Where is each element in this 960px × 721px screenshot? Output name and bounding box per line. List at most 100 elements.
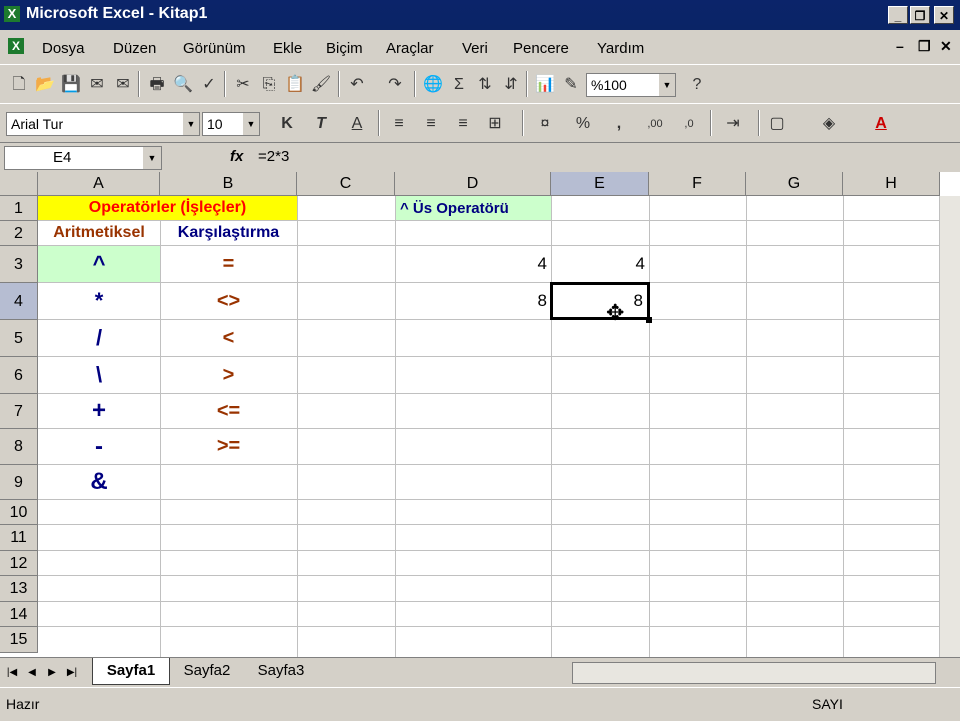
currency-icon[interactable]: ¤ xyxy=(534,113,556,135)
mail-icon[interactable]: ✉ xyxy=(112,74,134,96)
cell-b3[interactable]: = xyxy=(160,246,297,282)
minimize-button[interactable]: _ xyxy=(888,6,908,24)
menu-bicim[interactable]: Biçim xyxy=(326,40,363,57)
doc-close-button[interactable]: ✕ xyxy=(940,38,952,55)
chevron-down-icon[interactable]: ▼ xyxy=(658,74,675,96)
undo-icon[interactable]: ↶ xyxy=(346,74,368,96)
doc-minimize-button[interactable]: – xyxy=(896,38,904,54)
drawing-icon[interactable]: ✎ xyxy=(560,74,582,96)
row-header-11[interactable]: 11 xyxy=(0,525,38,551)
last-sheet-icon[interactable]: ▶| xyxy=(62,664,82,682)
copy-icon[interactable]: ⎘ xyxy=(258,74,280,96)
font-size-combo[interactable]: 10 ▼ xyxy=(202,112,260,136)
align-left-icon[interactable]: ≡ xyxy=(388,113,410,135)
save-icon[interactable]: 💾 xyxy=(60,74,82,96)
chevron-down-icon[interactable]: ▼ xyxy=(182,113,199,135)
cell-a2[interactable]: Aritmetiksel xyxy=(38,221,160,245)
new-icon[interactable]: 🗋 xyxy=(8,74,30,96)
row-header-4[interactable]: 4 xyxy=(0,283,38,320)
cell-a7[interactable]: + xyxy=(38,394,160,428)
column-header-f[interactable]: F xyxy=(649,172,746,196)
italic-icon[interactable]: T xyxy=(310,113,332,135)
print-preview-icon[interactable]: 🔍 xyxy=(172,74,194,96)
open-icon[interactable]: 📂 xyxy=(34,74,56,96)
menu-duzen[interactable]: Düzen xyxy=(113,40,156,57)
next-sheet-icon[interactable]: ▶ xyxy=(42,664,62,682)
row-header-9[interactable]: 9 xyxy=(0,465,38,500)
column-header-a[interactable]: A xyxy=(38,172,160,196)
spelling-icon[interactable]: ✓ xyxy=(198,74,220,96)
close-button[interactable]: ✕ xyxy=(934,6,954,24)
cell-a1[interactable]: Operatörler (İşleçler) xyxy=(38,196,297,220)
row-header-7[interactable]: 7 xyxy=(0,394,38,429)
row-header-13[interactable]: 13 xyxy=(0,576,38,602)
worksheet-grid[interactable]: A B C D E F G H 1 2 3 4 5 6 7 8 9 10 11 … xyxy=(0,172,960,657)
print-icon[interactable]: 🖶 xyxy=(146,74,168,96)
row-header-12[interactable]: 12 xyxy=(0,551,38,576)
align-center-icon[interactable]: ≡ xyxy=(420,113,442,135)
autosum-icon[interactable]: Σ xyxy=(448,74,470,96)
menu-veri[interactable]: Veri xyxy=(462,40,488,57)
underline-icon[interactable]: A xyxy=(346,113,368,135)
column-header-g[interactable]: G xyxy=(746,172,843,196)
font-color-icon[interactable]: A xyxy=(870,113,892,135)
workbook-icon[interactable]: X xyxy=(8,38,24,54)
cell-a6[interactable]: \ xyxy=(38,357,160,393)
tab-sayfa1[interactable]: Sayfa1 xyxy=(92,658,170,685)
row-header-15[interactable]: 15 xyxy=(0,627,38,653)
borders-icon[interactable]: ▢ xyxy=(766,113,788,135)
row-header-1[interactable]: 1 xyxy=(0,196,38,221)
cell-a3[interactable]: ^ xyxy=(38,246,160,282)
cell-e3[interactable]: 4 xyxy=(551,246,649,282)
cell-a5[interactable]: / xyxy=(38,320,160,356)
name-box[interactable]: E4 ▼ xyxy=(4,146,162,170)
percent-icon[interactable]: % xyxy=(572,113,594,135)
cell-a4[interactable]: * xyxy=(38,283,160,319)
cell-d4[interactable]: 8 xyxy=(395,283,551,319)
doc-restore-button[interactable]: ❐ xyxy=(918,38,931,55)
menu-gorunum[interactable]: Görünüm xyxy=(183,40,246,57)
cell-a8[interactable]: - xyxy=(38,429,160,464)
row-header-2[interactable]: 2 xyxy=(0,221,38,246)
cell-b7[interactable]: <= xyxy=(160,394,297,428)
cell-d3[interactable]: 4 xyxy=(395,246,551,282)
increase-decimal-icon[interactable]: ,00 xyxy=(644,113,666,135)
decrease-decimal-icon[interactable]: ,0 xyxy=(678,113,700,135)
menu-dosya[interactable]: Dosya xyxy=(42,40,85,57)
chevron-down-icon[interactable]: ▼ xyxy=(143,147,161,169)
menu-pencere[interactable]: Pencere xyxy=(513,40,569,57)
formula-input[interactable]: =2*3 xyxy=(258,148,289,165)
zoom-combo[interactable]: %100 ▼ xyxy=(586,73,676,97)
hyperlink-icon[interactable]: 🌐 xyxy=(422,74,444,96)
row-header-14[interactable]: 14 xyxy=(0,602,38,627)
select-all-button[interactable] xyxy=(0,172,38,196)
indent-icon[interactable]: ⇥ xyxy=(722,113,744,135)
cell-b5[interactable]: < xyxy=(160,320,297,356)
horizontal-scrollbar[interactable] xyxy=(572,662,936,684)
insert-function-icon[interactable]: fx xyxy=(230,148,243,165)
align-right-icon[interactable]: ≡ xyxy=(452,113,474,135)
fill-color-icon[interactable]: ◈ xyxy=(818,113,840,135)
row-header-10[interactable]: 10 xyxy=(0,500,38,525)
cell-b6[interactable]: > xyxy=(160,357,297,393)
menu-araclar[interactable]: Araçlar xyxy=(386,40,434,57)
bold-icon[interactable]: K xyxy=(276,113,298,135)
column-header-c[interactable]: C xyxy=(297,172,395,196)
row-header-6[interactable]: 6 xyxy=(0,357,38,394)
permission-icon[interactable]: ✉ xyxy=(86,74,108,96)
menu-yardim[interactable]: Yardım xyxy=(597,40,644,57)
row-header-8[interactable]: 8 xyxy=(0,429,38,465)
fill-handle[interactable] xyxy=(646,317,652,323)
cut-icon[interactable]: ✂ xyxy=(232,74,254,96)
cell-b8[interactable]: >= xyxy=(160,429,297,464)
chart-wizard-icon[interactable]: 📊 xyxy=(534,74,556,96)
tab-sayfa3[interactable]: Sayfa3 xyxy=(246,658,316,684)
restore-button[interactable]: ❐ xyxy=(910,6,930,24)
redo-icon[interactable]: ↷ xyxy=(384,74,406,96)
cell-b2[interactable]: Karşılaştırma xyxy=(160,221,297,245)
comma-style-icon[interactable]: , xyxy=(608,113,630,135)
sort-ascending-icon[interactable]: ⇅ xyxy=(474,74,496,96)
column-header-e[interactable]: E xyxy=(551,172,649,196)
help-icon[interactable]: ? xyxy=(686,74,708,96)
merge-center-icon[interactable]: ⊞ xyxy=(484,113,506,135)
